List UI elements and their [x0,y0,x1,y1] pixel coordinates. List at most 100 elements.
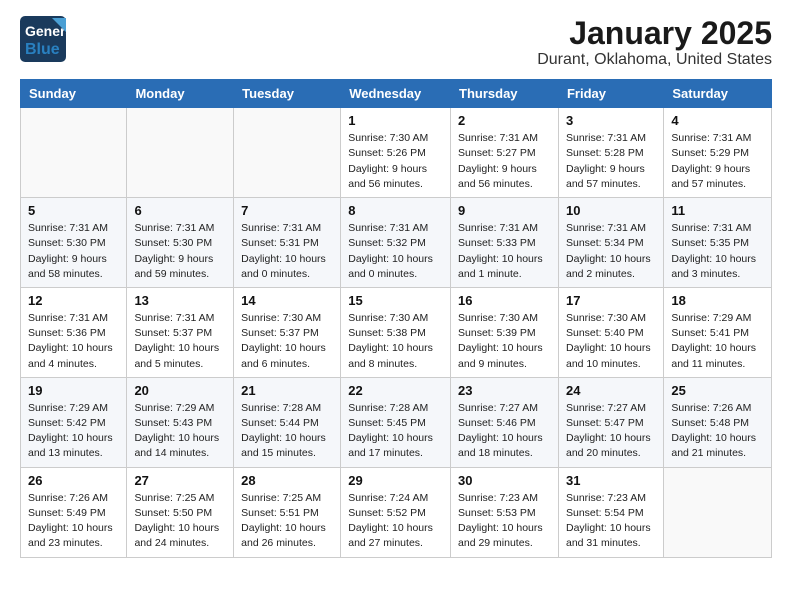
table-row: 8 Sunrise: 7:31 AM Sunset: 5:32 PM Daylig… [341,198,451,288]
calendar-week-row: 5 Sunrise: 7:31 AM Sunset: 5:30 PM Daylig… [21,198,772,288]
day-number: 26 [28,473,119,488]
day-info: Sunrise: 7:31 AM Sunset: 5:32 PM Dayligh… [348,221,443,282]
table-row: 29Sunrise: 7:24 AM Sunset: 5:52 PM Dayli… [341,467,451,557]
day-number: 29 [348,473,443,488]
table-row: 27 Sunrise: 7:25 AM Sunset: 5:50 PM Dayli… [127,467,234,557]
day-number: 14 [241,293,333,308]
table-row: 14 Sunrise: 7:30 AM Sunset: 5:37 PM Dayli… [234,287,341,377]
day-info: Sunrise: 7:31 AM Sunset: 5:29 PM Dayligh… [671,131,764,192]
table-row: 18 Sunrise: 7:29 AM Sunset: 5:41 PM Dayli… [664,287,772,377]
day-info: Sunrise: 7:30 AM Sunset: 5:26 PM Dayligh… [348,131,443,192]
table-row: 28 Sunrise: 7:25 AM Sunset: 5:51 PM Dayli… [234,467,341,557]
day-info: Sunrise: 7:29 AM Sunset: 5:41 PM Dayligh… [671,311,764,372]
table-row: 26 Sunrise: 7:26 AM Sunset: 5:49 PM Dayli… [21,467,127,557]
table-row: 1 Sunrise: 7:30 AM Sunset: 5:26 PM Daylig… [341,108,451,198]
day-number: 31 [566,473,656,488]
table-row: 7Sunrise: 7:31 AM Sunset: 5:31 PM Daylig… [234,198,341,288]
day-info: Sunrise: 7:30 AM Sunset: 5:37 PM Dayligh… [241,311,333,372]
day-info: Sunrise: 7:27 AM Sunset: 5:47 PM Dayligh… [566,401,656,462]
day-number: 3 [566,113,656,128]
table-row: 24 Sunrise: 7:27 AM Sunset: 5:47 PM Dayli… [558,377,663,467]
day-number: 21 [241,383,333,398]
day-info: Sunrise: 7:31 AM Sunset: 5:28 PM Dayligh… [566,131,656,192]
day-info: Sunrise: 7:31 AM Sunset: 5:30 PM Dayligh… [134,221,226,282]
table-row: 23 Sunrise: 7:27 AM Sunset: 5:46 PM Dayli… [451,377,559,467]
header-sunday: Sunday [21,80,127,108]
table-row [234,108,341,198]
table-row: 12 Sunrise: 7:31 AM Sunset: 5:36 PM Dayli… [21,287,127,377]
table-row [21,108,127,198]
day-number: 19 [28,383,119,398]
calendar-week-row: 12 Sunrise: 7:31 AM Sunset: 5:36 PM Dayli… [21,287,772,377]
header-wednesday: Wednesday [341,80,451,108]
day-info: Sunrise: 7:23 AM Sunset: 5:54 PM Dayligh… [566,491,656,552]
day-info: Sunrise: 7:25 AM Sunset: 5:51 PM Dayligh… [241,491,333,552]
header-saturday: Saturday [664,80,772,108]
title-block: January 2025 Durant, Oklahoma, United St… [537,16,772,69]
day-info: Sunrise: 7:29 AM Sunset: 5:43 PM Dayligh… [134,401,226,462]
day-info: Sunrise: 7:23 AM Sunset: 5:53 PM Dayligh… [458,491,551,552]
table-row: 22 Sunrise: 7:28 AM Sunset: 5:45 PM Dayli… [341,377,451,467]
table-row: 6 Sunrise: 7:31 AM Sunset: 5:30 PM Daylig… [127,198,234,288]
table-row: 2Sunrise: 7:31 AM Sunset: 5:27 PM Daylig… [451,108,559,198]
header-friday: Friday [558,80,663,108]
header-tuesday: Tuesday [234,80,341,108]
table-row: 30Sunrise: 7:23 AM Sunset: 5:53 PM Dayli… [451,467,559,557]
day-number: 1 [348,113,443,128]
day-number: 13 [134,293,226,308]
day-number: 12 [28,293,119,308]
table-row: 13Sunrise: 7:31 AM Sunset: 5:37 PM Dayli… [127,287,234,377]
day-number: 9 [458,203,551,218]
day-info: Sunrise: 7:28 AM Sunset: 5:45 PM Dayligh… [348,401,443,462]
table-row: 20Sunrise: 7:29 AM Sunset: 5:43 PM Dayli… [127,377,234,467]
day-number: 18 [671,293,764,308]
table-row: 15 Sunrise: 7:30 AM Sunset: 5:38 PM Dayli… [341,287,451,377]
day-number: 8 [348,203,443,218]
day-info: Sunrise: 7:31 AM Sunset: 5:30 PM Dayligh… [28,221,119,282]
weekday-header-row: Sunday Monday Tuesday Wednesday Thursday… [21,80,772,108]
day-number: 22 [348,383,443,398]
page-title: January 2025 [537,16,772,51]
day-info: Sunrise: 7:27 AM Sunset: 5:46 PM Dayligh… [458,401,551,462]
day-info: Sunrise: 7:29 AM Sunset: 5:42 PM Dayligh… [28,401,119,462]
logo: General Blue [20,16,120,66]
day-number: 5 [28,203,119,218]
day-number: 24 [566,383,656,398]
header: General Blue January 2025 Durant, Oklaho… [20,16,772,69]
day-number: 10 [566,203,656,218]
table-row: 31 Sunrise: 7:23 AM Sunset: 5:54 PM Dayli… [558,467,663,557]
table-row: 25 Sunrise: 7:26 AM Sunset: 5:48 PM Dayli… [664,377,772,467]
day-info: Sunrise: 7:31 AM Sunset: 5:34 PM Dayligh… [566,221,656,282]
svg-text:General: General [25,23,77,39]
day-info: Sunrise: 7:30 AM Sunset: 5:38 PM Dayligh… [348,311,443,372]
day-number: 15 [348,293,443,308]
day-info: Sunrise: 7:25 AM Sunset: 5:50 PM Dayligh… [134,491,226,552]
table-row: 3 Sunrise: 7:31 AM Sunset: 5:28 PM Daylig… [558,108,663,198]
day-info: Sunrise: 7:28 AM Sunset: 5:44 PM Dayligh… [241,401,333,462]
calendar-table: Sunday Monday Tuesday Wednesday Thursday… [20,79,772,557]
day-number: 17 [566,293,656,308]
table-row: 9 Sunrise: 7:31 AM Sunset: 5:33 PM Daylig… [451,198,559,288]
table-row: 10 Sunrise: 7:31 AM Sunset: 5:34 PM Dayli… [558,198,663,288]
day-info: Sunrise: 7:30 AM Sunset: 5:39 PM Dayligh… [458,311,551,372]
day-number: 28 [241,473,333,488]
day-number: 6 [134,203,226,218]
day-info: Sunrise: 7:31 AM Sunset: 5:31 PM Dayligh… [241,221,333,282]
day-number: 27 [134,473,226,488]
day-info: Sunrise: 7:30 AM Sunset: 5:40 PM Dayligh… [566,311,656,372]
day-info: Sunrise: 7:26 AM Sunset: 5:48 PM Dayligh… [671,401,764,462]
calendar-week-row: 1 Sunrise: 7:30 AM Sunset: 5:26 PM Daylig… [21,108,772,198]
day-number: 16 [458,293,551,308]
day-info: Sunrise: 7:31 AM Sunset: 5:36 PM Dayligh… [28,311,119,372]
calendar-week-row: 26 Sunrise: 7:26 AM Sunset: 5:49 PM Dayli… [21,467,772,557]
table-row: 4Sunrise: 7:31 AM Sunset: 5:29 PM Daylig… [664,108,772,198]
day-number: 25 [671,383,764,398]
table-row: 11Sunrise: 7:31 AM Sunset: 5:35 PM Dayli… [664,198,772,288]
day-number: 23 [458,383,551,398]
page-subtitle: Durant, Oklahoma, United States [537,51,772,69]
logo-icon: General Blue [20,16,120,66]
table-row: 19 Sunrise: 7:29 AM Sunset: 5:42 PM Dayli… [21,377,127,467]
day-info: Sunrise: 7:26 AM Sunset: 5:49 PM Dayligh… [28,491,119,552]
svg-text:Blue: Blue [25,41,60,58]
day-info: Sunrise: 7:31 AM Sunset: 5:33 PM Dayligh… [458,221,551,282]
